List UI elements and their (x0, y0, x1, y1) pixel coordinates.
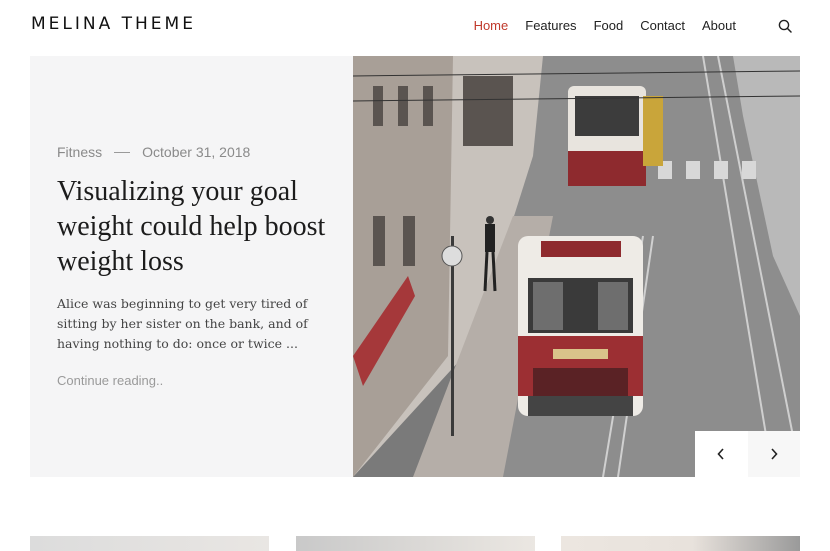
continue-reading-link[interactable]: Continue reading.. (57, 373, 163, 388)
chevron-right-icon (770, 448, 778, 460)
slider-prev-button[interactable] (695, 431, 748, 477)
main-nav: Home Features Food Contact About (474, 18, 736, 33)
post-excerpt: Alice was beginning to get very tired of… (57, 296, 308, 351)
meta-divider (114, 151, 131, 153)
post-card-thumbnail[interactable] (561, 536, 800, 551)
slider-controls (695, 431, 800, 477)
post-category[interactable]: Fitness (57, 144, 102, 160)
slider-next-button[interactable] (747, 431, 800, 477)
featured-image[interactable] (353, 56, 800, 477)
nav-item-features[interactable]: Features (525, 18, 576, 33)
nav-item-contact[interactable]: Contact (640, 18, 685, 33)
featured-post-panel: Fitness October 31, 2018 Visualizing you… (30, 56, 353, 477)
nav-item-home[interactable]: Home (474, 18, 509, 33)
site-logo[interactable]: MELINA THEME (31, 14, 196, 34)
post-meta: Fitness October 31, 2018 (57, 144, 250, 160)
search-icon[interactable] (778, 19, 792, 33)
post-date: October 31, 2018 (142, 144, 251, 160)
post-card-thumbnail[interactable] (30, 536, 269, 551)
tram-street-photo (353, 56, 800, 477)
chevron-left-icon (717, 448, 725, 460)
post-card-thumbnail[interactable] (296, 536, 535, 551)
featured-slider: Fitness October 31, 2018 Visualizing you… (30, 56, 800, 477)
post-title[interactable]: Visualizing your goal weight could help … (57, 174, 342, 279)
nav-item-about[interactable]: About (702, 18, 736, 33)
site-header: MELINA THEME Home Features Food Contact … (0, 0, 830, 56)
nav-item-food[interactable]: Food (594, 18, 624, 33)
